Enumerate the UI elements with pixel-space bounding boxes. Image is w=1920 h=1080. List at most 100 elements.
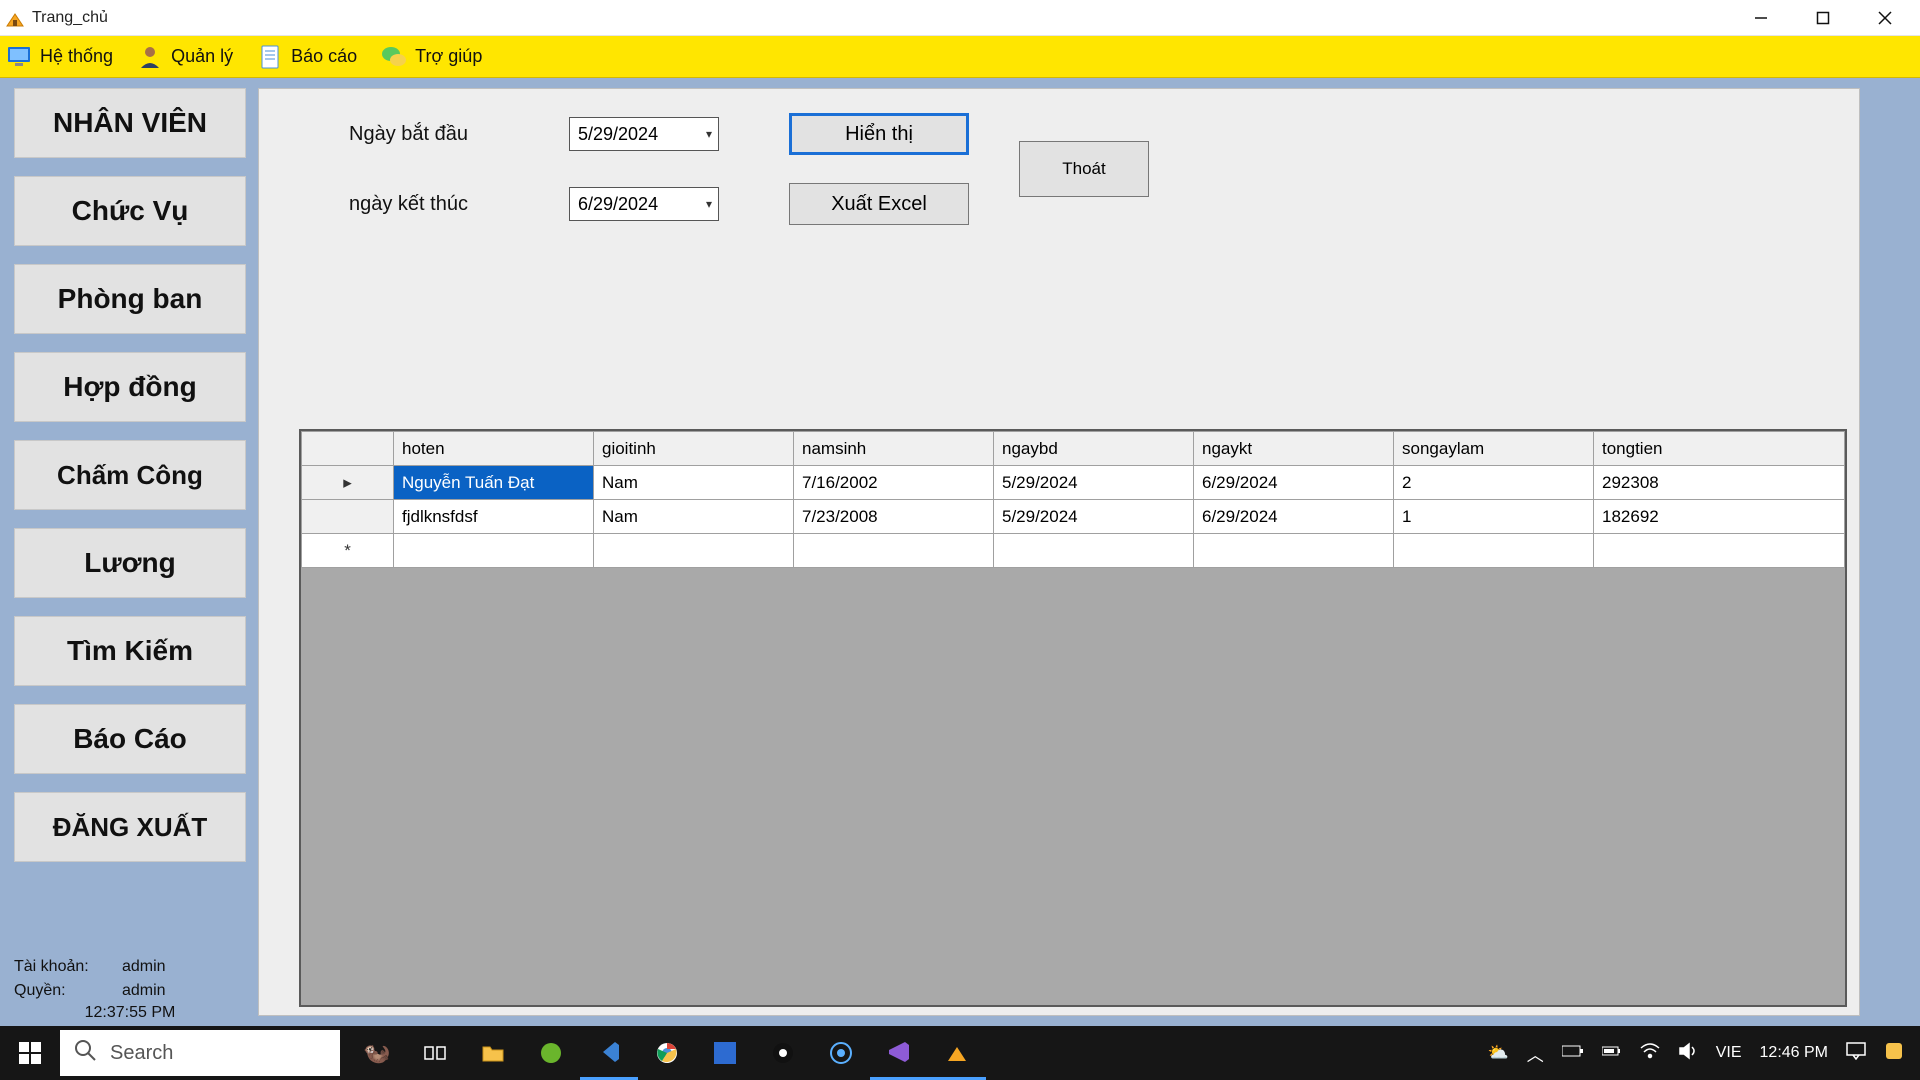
taskbar-visualstudio-icon[interactable] — [870, 1026, 928, 1080]
cell-ngaybd[interactable]: 5/29/2024 — [994, 500, 1194, 534]
taskbar-taskview-icon[interactable] — [406, 1026, 464, 1080]
start-date-label: Ngày bắt đầu — [349, 123, 519, 146]
menu-system-label: Hệ thống — [40, 46, 113, 67]
start-date-picker[interactable]: 5/29/2024 ▾ — [569, 117, 719, 151]
grid-corner — [302, 432, 394, 466]
taskbar-copilot-icon[interactable] — [812, 1026, 870, 1080]
sidebar-position-label: Chức Vụ — [72, 195, 189, 227]
table-row[interactable]: fjdlknsfdsf Nam 7/23/2008 5/29/2024 6/29… — [302, 500, 1845, 534]
taskbar-circle-icon[interactable] — [754, 1026, 812, 1080]
cell-namsinh[interactable]: 7/23/2008 — [794, 500, 994, 534]
cell-hoten[interactable]: Nguyễn Tuấn Đạt — [394, 466, 594, 500]
tray-power-icon[interactable] — [1602, 1043, 1622, 1063]
menu-strip: Hệ thống Quản lý Báo cáo Trợ giúp — [0, 36, 1920, 78]
search-icon — [74, 1039, 96, 1067]
col-ngaybd[interactable]: ngaybd — [994, 432, 1194, 466]
taskbar-explorer-icon[interactable] — [464, 1026, 522, 1080]
grid-header-row: hoten gioitinh namsinh ngaybd ngaykt son… — [302, 432, 1845, 466]
document-icon — [257, 44, 283, 70]
cell-gioitinh[interactable]: Nam — [594, 500, 794, 534]
menu-manage-label: Quản lý — [171, 46, 233, 67]
cell-ngaykt[interactable]: 6/29/2024 — [1194, 500, 1394, 534]
cell-namsinh[interactable]: 7/16/2002 — [794, 466, 994, 500]
taskbar-chrome-icon[interactable] — [638, 1026, 696, 1080]
show-button[interactable]: Hiển thị — [789, 113, 969, 155]
exit-button[interactable]: Thoát — [1019, 141, 1149, 197]
tray-wifi-icon[interactable] — [1640, 1043, 1660, 1064]
export-excel-button[interactable]: Xuất Excel — [789, 183, 969, 225]
cell-gioitinh[interactable]: Nam — [594, 466, 794, 500]
menu-manage[interactable]: Quản lý — [137, 44, 233, 70]
sidebar-employee-button[interactable]: NHÂN VIÊN — [14, 88, 246, 158]
menu-report-label: Báo cáo — [291, 46, 357, 67]
taskbar-search-placeholder: Search — [110, 1042, 173, 1065]
new-row-icon: * — [302, 534, 394, 568]
tray-notifications-icon[interactable] — [1846, 1042, 1866, 1065]
tray-battery-icon[interactable] — [1562, 1043, 1584, 1063]
monitor-icon — [6, 44, 32, 70]
tray-volume-icon[interactable] — [1678, 1042, 1698, 1065]
sidebar-logout-button[interactable]: ĐĂNG XUẤT — [14, 792, 246, 862]
col-songaylam[interactable]: songaylam — [1394, 432, 1594, 466]
window-maximize-button[interactable] — [1792, 0, 1854, 36]
taskbar-search[interactable]: Search — [60, 1030, 340, 1076]
taskbar: Search 🦦 ⛅ ︿ VIE 12:46 PM — [0, 1026, 1920, 1080]
sidebar-contract-button[interactable]: Hợp đồng — [14, 352, 246, 422]
taskbar-vscode-icon[interactable] — [580, 1026, 638, 1080]
show-button-label: Hiển thị — [845, 123, 913, 146]
chevron-down-icon: ▾ — [706, 197, 712, 211]
taskbar-app-icon[interactable] — [928, 1026, 986, 1080]
sidebar-salary-button[interactable]: Lương — [14, 528, 246, 598]
table-new-row[interactable]: * — [302, 534, 1845, 568]
col-hoten[interactable]: hoten — [394, 432, 594, 466]
tray-ime[interactable]: VIE — [1716, 1044, 1742, 1062]
exit-button-label: Thoát — [1062, 159, 1105, 179]
menu-help[interactable]: Trợ giúp — [381, 44, 482, 70]
data-grid[interactable]: hoten gioitinh namsinh ngaybd ngaykt son… — [299, 429, 1847, 1007]
person-icon — [137, 44, 163, 70]
window-close-button[interactable] — [1854, 0, 1916, 36]
chat-icon — [381, 44, 407, 70]
sidebar: NHÂN VIÊN Chức Vụ Phòng ban Hợp đồng Chấ… — [0, 78, 258, 1026]
col-tongtien[interactable]: tongtien — [1594, 432, 1845, 466]
menu-help-label: Trợ giúp — [415, 46, 482, 67]
end-date-picker[interactable]: 6/29/2024 ▾ — [569, 187, 719, 221]
end-date-value: 6/29/2024 — [578, 194, 658, 215]
col-namsinh[interactable]: namsinh — [794, 432, 994, 466]
sidebar-department-button[interactable]: Phòng ban — [14, 264, 246, 334]
cell-songaylam[interactable]: 1 — [1394, 500, 1594, 534]
app-icon — [4, 7, 26, 29]
cell-ngaybd[interactable]: 5/29/2024 — [994, 466, 1194, 500]
tray-time[interactable]: 12:46 PM — [1760, 1044, 1828, 1062]
role-value: admin — [122, 982, 166, 1000]
cell-songaylam[interactable]: 2 — [1394, 466, 1594, 500]
col-gioitinh[interactable]: gioitinh — [594, 432, 794, 466]
cell-ngaykt[interactable]: 6/29/2024 — [1194, 466, 1394, 500]
tray-chevron-up-icon[interactable]: ︿ — [1527, 1041, 1544, 1066]
cell-tongtien[interactable]: 292308 — [1594, 466, 1845, 500]
taskbar-blue-icon[interactable] — [696, 1026, 754, 1080]
window-minimize-button[interactable] — [1730, 0, 1792, 36]
account-value: admin — [122, 958, 166, 976]
cell-tongtien[interactable]: 182692 — [1594, 500, 1845, 534]
system-tray: ⛅ ︿ VIE 12:46 PM — [1472, 1041, 1920, 1066]
sidebar-position-button[interactable]: Chức Vụ — [14, 176, 246, 246]
taskbar-weasel-icon[interactable]: 🦦 — [348, 1026, 406, 1080]
table-row[interactable]: ▸ Nguyễn Tuấn Đạt Nam 7/16/2002 5/29/202… — [302, 466, 1845, 500]
col-ngaykt[interactable]: ngaykt — [1194, 432, 1394, 466]
cell-hoten[interactable]: fjdlknsfdsf — [394, 500, 594, 534]
sidebar-search-button[interactable]: Tìm Kiếm — [14, 616, 246, 686]
sidebar-timesheet-button[interactable]: Chấm Công — [14, 440, 246, 510]
sidebar-report-button[interactable]: Báo Cáo — [14, 704, 246, 774]
tray-misc-icon[interactable] — [1884, 1041, 1904, 1066]
sidebar-report-label: Báo Cáo — [73, 723, 187, 755]
start-button[interactable] — [0, 1026, 60, 1080]
main-panel: Ngày bắt đầu 5/29/2024 ▾ Hiển thị Thoát … — [258, 88, 1860, 1016]
menu-system[interactable]: Hệ thống — [6, 44, 113, 70]
export-excel-label: Xuất Excel — [831, 193, 927, 216]
sidebar-department-label: Phòng ban — [58, 283, 203, 315]
sidebar-search-label: Tìm Kiếm — [67, 635, 193, 667]
tray-weather-icon[interactable]: ⛅ — [1488, 1043, 1509, 1063]
menu-report[interactable]: Báo cáo — [257, 44, 357, 70]
taskbar-green-icon[interactable] — [522, 1026, 580, 1080]
